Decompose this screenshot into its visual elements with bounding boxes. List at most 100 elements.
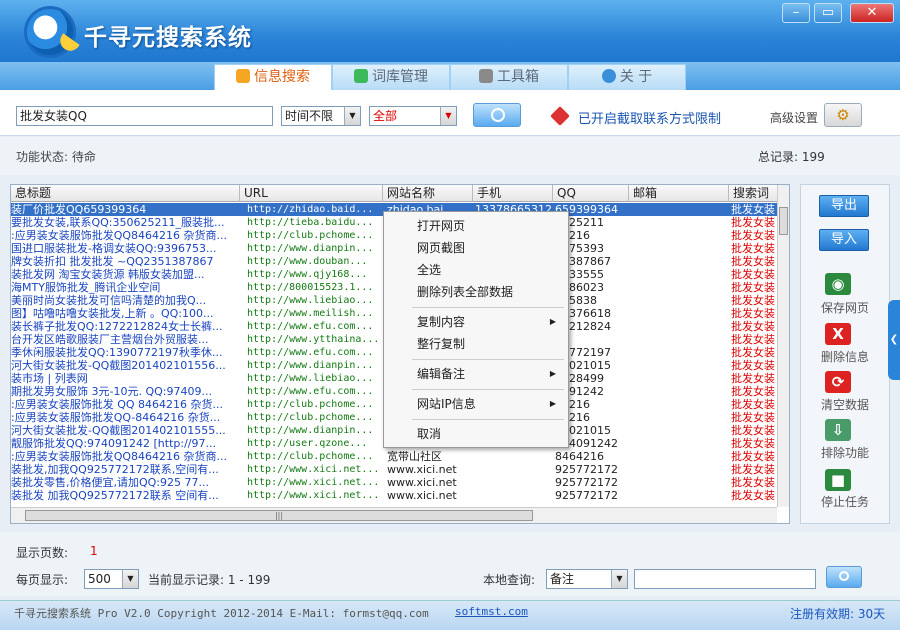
- scroll-thumb[interactable]: [779, 207, 788, 235]
- table-row[interactable]: 装批发,加我QQ925772172联系,空间有... http://www.xic…: [11, 463, 777, 476]
- camera-icon[interactable]: ◉: [825, 273, 851, 295]
- delete-icon[interactable]: X: [825, 323, 851, 345]
- time-filter-select[interactable]: 时间不限 ▼: [281, 106, 361, 126]
- cell-url: http://www.dianpin...: [247, 360, 374, 371]
- stop-task-label[interactable]: 停止任务: [801, 493, 889, 510]
- cell-site: 宽带山社区: [387, 450, 442, 463]
- delete-info-label[interactable]: 删除信息: [801, 348, 889, 365]
- cell-url: http://www.douban...: [247, 256, 368, 267]
- cell-title: 期批发男女服饰 3元-10元. QQ:97409...: [11, 385, 212, 398]
- table-header: 息标题 URL 网站名称 手机 QQ 邮箱 搜索词: [11, 185, 789, 202]
- menu-select-all[interactable]: 全选: [384, 260, 568, 280]
- exclude-label[interactable]: 排除功能: [801, 444, 889, 461]
- menu-edit-note[interactable]: 编辑备注 ▶: [384, 364, 568, 384]
- col-site-header[interactable]: 网站名称: [383, 185, 473, 202]
- menu-separator: [412, 359, 564, 360]
- local-query-field-select[interactable]: 备注 ▼: [546, 569, 628, 589]
- search-icon: [236, 69, 250, 83]
- horizontal-scrollbar[interactable]: |||: [11, 507, 777, 523]
- tab-dictionary[interactable]: 词库管理: [332, 64, 450, 90]
- cell-kw: 批发女装: [731, 229, 775, 242]
- table-row[interactable]: :应男装女装服饰批发QQ8464216 杂货商... http://club.pc…: [11, 450, 777, 463]
- cell-title: 装批发零售,价格便宜,请加QQ:925 77...: [11, 476, 209, 489]
- scroll-thumb[interactable]: |||: [25, 510, 533, 521]
- copyright-text: 千寻元搜索系统 Pro V2.0 Copyright 2012-2014 E-M…: [14, 607, 429, 620]
- gear-icon: ⚙: [836, 106, 850, 124]
- cell-kw: 批发女装: [731, 320, 775, 333]
- col-email-header[interactable]: 邮箱: [629, 185, 729, 202]
- cell-kw: 批发女装: [731, 398, 775, 411]
- refresh-icon[interactable]: ⟳: [825, 371, 851, 393]
- stop-icon[interactable]: ■: [825, 469, 851, 491]
- cell-title: 海MTY服饰批发_腾讯企业空间: [11, 281, 161, 294]
- maximize-button[interactable]: ▭: [814, 3, 842, 23]
- info-icon: [601, 69, 616, 83]
- menu-delete-all[interactable]: 删除列表全部数据: [384, 282, 568, 302]
- menu-cancel[interactable]: 取消: [384, 424, 568, 444]
- menu-screenshot[interactable]: 网页截图: [384, 238, 568, 258]
- clear-data-label[interactable]: 清空数据: [801, 396, 889, 413]
- chevron-down-icon[interactable]: ▼: [611, 570, 627, 588]
- col-qq-header[interactable]: QQ: [553, 185, 629, 202]
- cell-kw: 批发女装: [731, 242, 775, 255]
- cell-url: http://club.pchome...: [247, 399, 374, 410]
- tab-info-search[interactable]: 信息搜索: [214, 64, 332, 91]
- menu-copy-content[interactable]: 复制内容 ▶: [384, 312, 568, 332]
- title-bar: 千寻元搜索系统 – ▭ ✕: [0, 0, 900, 62]
- col-url-header[interactable]: URL: [240, 185, 383, 202]
- local-query-label: 本地查询:: [483, 573, 536, 587]
- chevron-down-icon[interactable]: ▼: [344, 107, 360, 125]
- local-query-input[interactable]: [634, 569, 816, 589]
- cell-kw: 批发女装: [731, 294, 775, 307]
- menu-copy-row[interactable]: 整行复制: [384, 334, 568, 354]
- keyword-input[interactable]: 批发女装QQ: [16, 106, 273, 126]
- cell-title: 台开发区皓歌服装厂主营烟台外贸服装...: [11, 333, 209, 346]
- export-button[interactable]: 导出: [819, 195, 869, 217]
- cell-url: http://www.xici.net...: [247, 464, 380, 475]
- table-row[interactable]: 装批发零售,价格便宜,请加QQ:925 77... http://www.xici…: [11, 476, 777, 489]
- website-link[interactable]: softmst.com: [455, 605, 528, 618]
- local-search-button[interactable]: [826, 566, 862, 588]
- cell-kw: 批发女装: [731, 385, 775, 398]
- cell-title: 牌女装折扣 批发批发 ~QQ2351387867: [11, 255, 214, 268]
- cell-url: http://www.liebiao...: [247, 373, 374, 384]
- cell-url: http://www.ytthaina...: [247, 334, 380, 345]
- menu-site-ip[interactable]: 网站IP信息 ▶: [384, 394, 568, 414]
- cell-title: 装批发网 淘宝女装货源 韩版女装加盟...: [11, 268, 205, 281]
- search-button[interactable]: [473, 103, 521, 127]
- minimize-button[interactable]: –: [782, 3, 810, 23]
- cell-kw: 批发女装: [731, 437, 775, 450]
- cell-phone: [475, 450, 553, 463]
- cell-kw: 批发女装: [731, 372, 775, 385]
- scope-filter-select[interactable]: 全部 ▼: [369, 106, 457, 126]
- tab-toolbox[interactable]: 工具箱: [450, 64, 568, 90]
- filter-icon[interactable]: ⇩: [825, 419, 851, 441]
- col-title-header[interactable]: 息标题: [11, 185, 240, 202]
- cell-url: http://club.pchome...: [247, 230, 374, 241]
- cell-kw: 批发女装: [731, 255, 775, 268]
- cell-kw: 批发女装: [731, 359, 775, 372]
- cell-qq: 925772172: [555, 489, 618, 502]
- chevron-down-icon[interactable]: ▼: [122, 570, 138, 588]
- table-row[interactable]: 装批发 加我QQ925772172联系 空间有... http://www.xic…: [11, 489, 777, 502]
- col-phone-header[interactable]: 手机: [473, 185, 553, 202]
- submenu-arrow-icon: ▶: [549, 399, 556, 408]
- cell-kw: 批发女装: [731, 216, 775, 229]
- menu-item-label: 整行复制: [417, 337, 466, 351]
- cell-url: http://www.dianpin...: [247, 243, 374, 254]
- chevron-down-icon[interactable]: ▼: [440, 107, 456, 125]
- vertical-scrollbar[interactable]: [777, 185, 789, 507]
- scope-filter-value: 全部: [373, 109, 398, 123]
- per-page-select[interactable]: 500 ▼: [84, 569, 139, 589]
- pages-value: 1: [90, 544, 98, 558]
- save-page-label[interactable]: 保存网页: [801, 299, 889, 316]
- menu-open-page[interactable]: 打开网页: [384, 216, 568, 236]
- advanced-settings-button[interactable]: ⚙: [824, 103, 862, 127]
- tab-about[interactable]: 关 于: [568, 64, 686, 90]
- tab-bar: 信息搜索 词库管理 工具箱 关 于: [0, 62, 900, 91]
- import-button[interactable]: 导入: [819, 229, 869, 251]
- close-button[interactable]: ✕: [850, 3, 894, 23]
- contact-limit-text[interactable]: 已开启截取联系方式限制: [578, 108, 721, 127]
- collapse-panel-tab[interactable]: ❮: [888, 300, 900, 380]
- registration-validity: 注册有效期: 30天: [790, 607, 886, 621]
